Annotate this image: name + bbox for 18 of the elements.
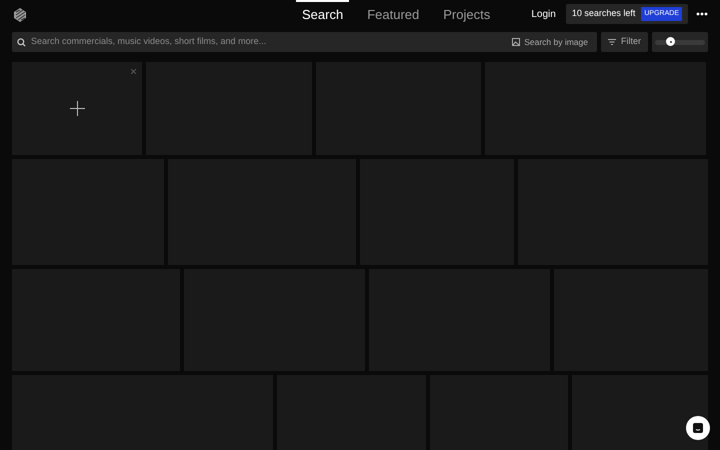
chat-icon — [693, 423, 703, 433]
search-field[interactable]: Search commercials, music videos, short films, and more... Search by image — [12, 32, 597, 52]
image-icon — [512, 38, 520, 46]
add-tile[interactable] — [12, 62, 142, 155]
nav-tab[interactable]: Projects — [437, 0, 496, 28]
searches-left-text: 10 searches left — [572, 7, 636, 20]
nav-tab[interactable]: Featured — [361, 0, 426, 28]
filter-button[interactable]: Filter — [601, 32, 648, 52]
search-icon — [17, 38, 26, 46]
filter-icon — [608, 39, 616, 45]
more-icon[interactable] — [696, 12, 708, 16]
thumbnail-tile[interactable] — [572, 375, 708, 450]
plus-icon — [70, 101, 85, 116]
close-icon[interactable] — [131, 69, 136, 74]
login-link[interactable]: Login — [529, 6, 558, 22]
nav-tab[interactable]: Search — [296, 0, 350, 28]
search-by-image-button[interactable]: Search by image — [512, 36, 592, 48]
logo-icon[interactable] — [12, 7, 28, 23]
